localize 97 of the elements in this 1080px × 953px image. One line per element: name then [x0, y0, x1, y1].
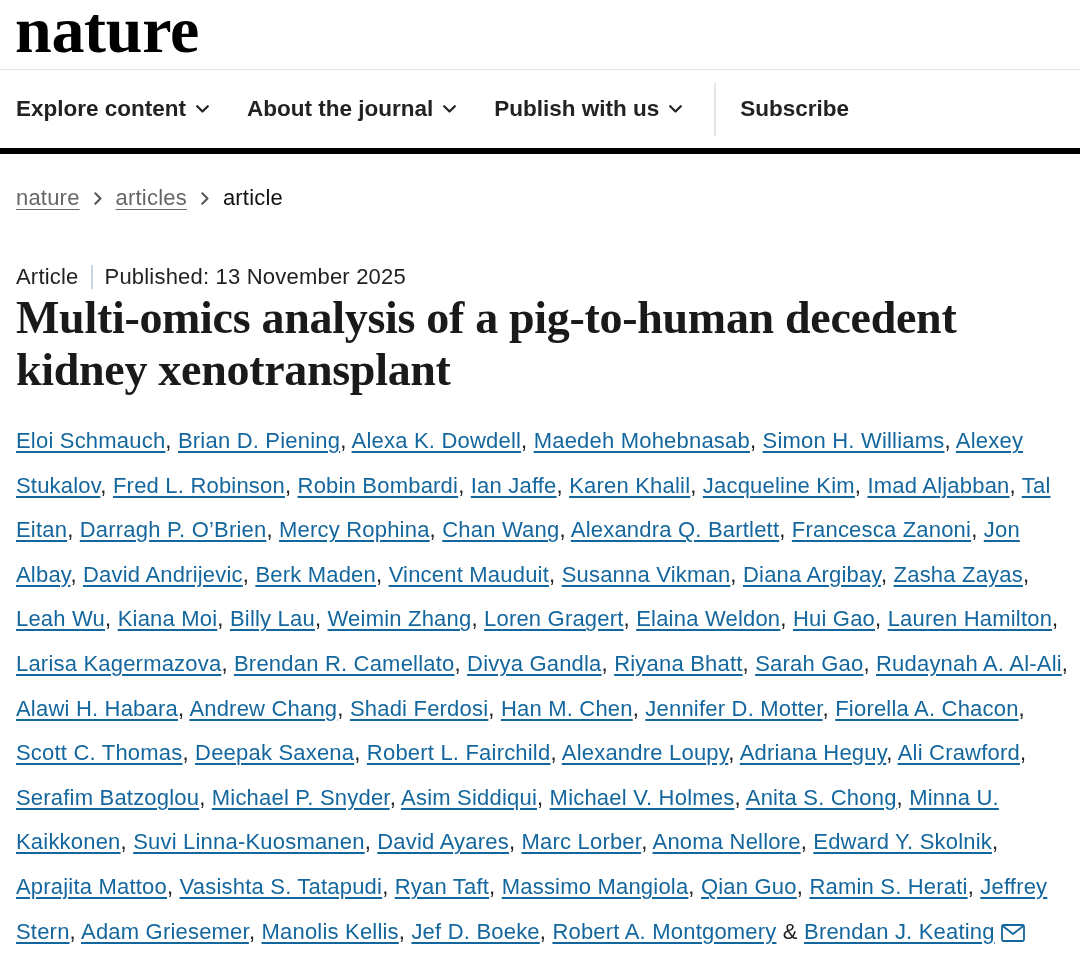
author-link[interactable]: Michael V. Holmes — [549, 784, 735, 810]
author-link[interactable]: Deepak Saxena — [195, 740, 355, 766]
author-link[interactable]: Weimin Zhang — [327, 606, 472, 632]
author-link[interactable]: Alexandre Loupy — [561, 740, 729, 766]
author-link[interactable]: Tal — [1021, 472, 1051, 498]
author-link[interactable]: Alexandra Q. Bartlett — [570, 517, 780, 543]
author-link[interactable]: Andrew Chang — [189, 695, 338, 721]
author-link[interactable]: Han M. Chen — [500, 695, 633, 721]
author-link[interactable]: Riyana Bhatt — [614, 650, 743, 676]
author-link[interactable]: Robert L. Fairchild — [366, 740, 551, 766]
author-link[interactable]: Brendan J. Keating — [804, 918, 995, 944]
publish-date: Published: 13 November 2025 — [104, 264, 406, 290]
author-link[interactable]: Loren Gragert — [484, 606, 624, 632]
author-link[interactable]: Fiorella A. Chacon — [835, 695, 1019, 721]
nav-link[interactable]: Subscribe — [740, 96, 850, 122]
author-link[interactable]: David Ayares — [377, 829, 509, 855]
breadcrumb-link[interactable]: nature — [16, 185, 80, 211]
author-link[interactable]: Sarah Gao — [755, 650, 864, 676]
author-link[interactable]: Asim Siddiqui — [401, 784, 537, 810]
author-link[interactable]: Jennifer D. Motter — [645, 695, 823, 721]
author-link[interactable]: Vincent Mauduit — [388, 561, 549, 587]
author-link[interactable]: Robin Bombardi — [297, 472, 459, 498]
nav-menu-button[interactable]: About the journal — [247, 96, 457, 122]
author-link[interactable]: Marc Lorber — [521, 829, 642, 855]
author-link[interactable]: Francesca Zanoni — [791, 517, 972, 543]
author-link[interactable]: Alexa K. Dowdell — [351, 428, 522, 453]
author-list: Eloi Schmauch, Brian D. Piening, Alexa K. Dowdell, Maedeh Mohebnasab, Simon H. Williams, Alexey Stukalov, Fred L. Robinson, Robin Bombardi, Ian Jaffe, Karen Khalil, Jacqueline Kim, Imad Aljabban, Tal Eitan, Darragh P. O’Brien, Mercy Rophina, Chan Wang, Alexandra Q. Bartlett, Francesca Zanoni, Jon Albay, David Andrijevic, Berk Maden, Vincent Mauduit, Susanna Vikman, Diana Argibay, Zasha Zayas, Leah Wu, Kiana Moi, Billy Lau, Weimin Zhang, Loren Gragert, Elaina Weldon, Hui Gao, Lauren Hamilton, Larisa Kagermazova, Brendan R. Camellato, Divya Gandla, Riyana Bhatt, Sarah Gao, Rudaynah A. Al-Ali, Alawi H. Habara, Andrew Chang, Shadi Ferdosi, Han M. Chen, Jennifer D. Motter, Fiorella A. Chacon, Scott C. Thomas, Deepak Saxena, Robert L. Fairchild, Alexandre Loupy, Adriana Heguy, Ali Crawford, Serafim Batzoglou, Michael P. Snyder, Asim Siddiqui, Michael V. Holmes, Anita S. Chong, Minna U. Kaikkonen, Suvi Linna-Kuosmanen, David Ayares, Marc Lorber, Anoma Nellore, Edward Y. Skolnik, Aprajita Mattoo, Vasishta S. Tatapudi, Ryan Taft, Massimo Mangiola, Qian Guo, Ramin S. Herati, Jeffrey Stern, Adam Griesemer, Manolis Kellis, Jef D. Boeke, Robert A. Montgomery & Brendan J. Keating — [0, 419, 1080, 953]
breadcrumb-link[interactable]: articles — [115, 185, 187, 211]
author-link[interactable]: Jeffrey — [980, 873, 1048, 899]
nav-menu-button[interactable]: Explore content — [16, 96, 210, 122]
author-link[interactable]: Albay — [16, 561, 71, 587]
author-link[interactable]: Manolis Kellis — [261, 918, 399, 944]
author-link[interactable]: Ramin S. Herati — [809, 873, 968, 899]
site-logo[interactable]: nature — [15, 0, 199, 60]
author-link[interactable]: Suvi Linna-Kuosmanen — [133, 829, 365, 855]
author-link[interactable]: Stern — [16, 918, 70, 944]
author-link[interactable]: Jon — [983, 517, 1020, 543]
author-link[interactable]: Susanna Vikman — [561, 561, 731, 587]
author-link[interactable]: Ian Jaffe — [470, 472, 557, 498]
breadcrumb-current: article — [222, 185, 283, 211]
author-link[interactable]: Eloi Schmauch — [16, 428, 166, 453]
author-link[interactable]: Eitan — [16, 517, 68, 543]
author-link[interactable]: Brendan R. Camellato — [234, 650, 455, 676]
author-link[interactable]: Lauren Hamilton — [887, 606, 1053, 632]
author-link[interactable]: Hui Gao — [792, 606, 876, 632]
author-link[interactable]: Vasishta S. Tatapudi — [179, 873, 383, 899]
article-type: Article — [16, 264, 79, 290]
author-link[interactable]: Shadi Ferdosi — [349, 695, 489, 721]
author-link[interactable]: Adam Griesemer — [81, 918, 249, 944]
author-link[interactable]: Stukalov — [16, 472, 101, 498]
author-link[interactable]: Billy Lau — [229, 606, 315, 632]
author-link[interactable]: Alexey — [955, 428, 1024, 453]
author-link[interactable]: Zasha Zayas — [893, 561, 1023, 587]
author-link[interactable]: Aprajita Mattoo — [16, 873, 167, 899]
author-link[interactable]: Kaikkonen — [16, 829, 121, 855]
author-link[interactable]: Michael P. Snyder — [211, 784, 390, 810]
author-link[interactable]: Anoma Nellore — [652, 829, 801, 855]
author-link[interactable]: Jacqueline Kim — [702, 472, 855, 498]
chevron-right-icon — [200, 191, 209, 205]
author-link[interactable]: Jef D. Boeke — [411, 918, 540, 944]
chevron-down-icon — [443, 105, 457, 113]
author-link[interactable]: Rudaynah A. Al-Ali — [876, 650, 1062, 676]
mail-icon[interactable] — [1000, 923, 1025, 942]
author-link[interactable]: Adriana Heguy — [739, 740, 887, 766]
author-link[interactable]: Kiana Moi — [117, 606, 218, 632]
author-link[interactable]: Karen Khalil — [569, 472, 691, 498]
author-link[interactable]: Maedeh Mohebnasab — [533, 428, 750, 453]
author-link[interactable]: Diana Argibay — [743, 561, 881, 587]
author-link[interactable]: Mercy Rophina — [279, 517, 430, 543]
author-link[interactable]: Larisa Kagermazova — [16, 650, 222, 676]
author-link[interactable]: Darragh P. O’Brien — [79, 517, 267, 543]
chevron-down-icon — [669, 105, 683, 113]
author-link[interactable]: Fred L. Robinson — [113, 472, 285, 498]
author-link[interactable]: Alawi H. Habara — [16, 695, 178, 721]
chevron-right-icon — [93, 191, 102, 205]
chevron-down-icon — [196, 105, 210, 113]
author-link[interactable]: Chan Wang — [442, 517, 560, 543]
author-link[interactable]: Edward Y. Skolnik — [813, 829, 992, 855]
author-link[interactable]: Qian Guo — [700, 873, 797, 899]
author-link[interactable]: Robert A. Montgomery — [552, 918, 777, 944]
author-link[interactable]: Elaina Weldon — [636, 606, 781, 632]
author-link[interactable]: Massimo Mangiola — [501, 873, 689, 899]
author-link[interactable]: Divya Gandla — [467, 650, 602, 676]
author-link[interactable]: Minna U. — [909, 784, 999, 810]
nav-menu-button[interactable]: Publish with us — [494, 96, 683, 122]
author-link[interactable]: Ali Crawford — [897, 740, 1020, 766]
author-link[interactable]: Ryan Taft — [394, 873, 490, 899]
author-link[interactable]: Berk Maden — [255, 561, 376, 587]
author-link[interactable]: Simon H. Williams — [762, 428, 945, 453]
author-link[interactable]: Anita S. Chong — [745, 784, 897, 810]
author-link[interactable]: Imad Aljabban — [867, 472, 1010, 498]
author-link[interactable]: David Andrijevic — [83, 561, 243, 587]
author-link[interactable]: Serafim Batzoglou — [16, 784, 200, 810]
author-link[interactable]: Leah Wu — [16, 606, 106, 632]
author-link[interactable]: Brian D. Piening — [177, 428, 341, 453]
author-link[interactable]: Scott C. Thomas — [16, 740, 183, 766]
article-title: Multi-omics analysis of a pig-to-human decedent kidney xenotransplant — [16, 292, 958, 396]
